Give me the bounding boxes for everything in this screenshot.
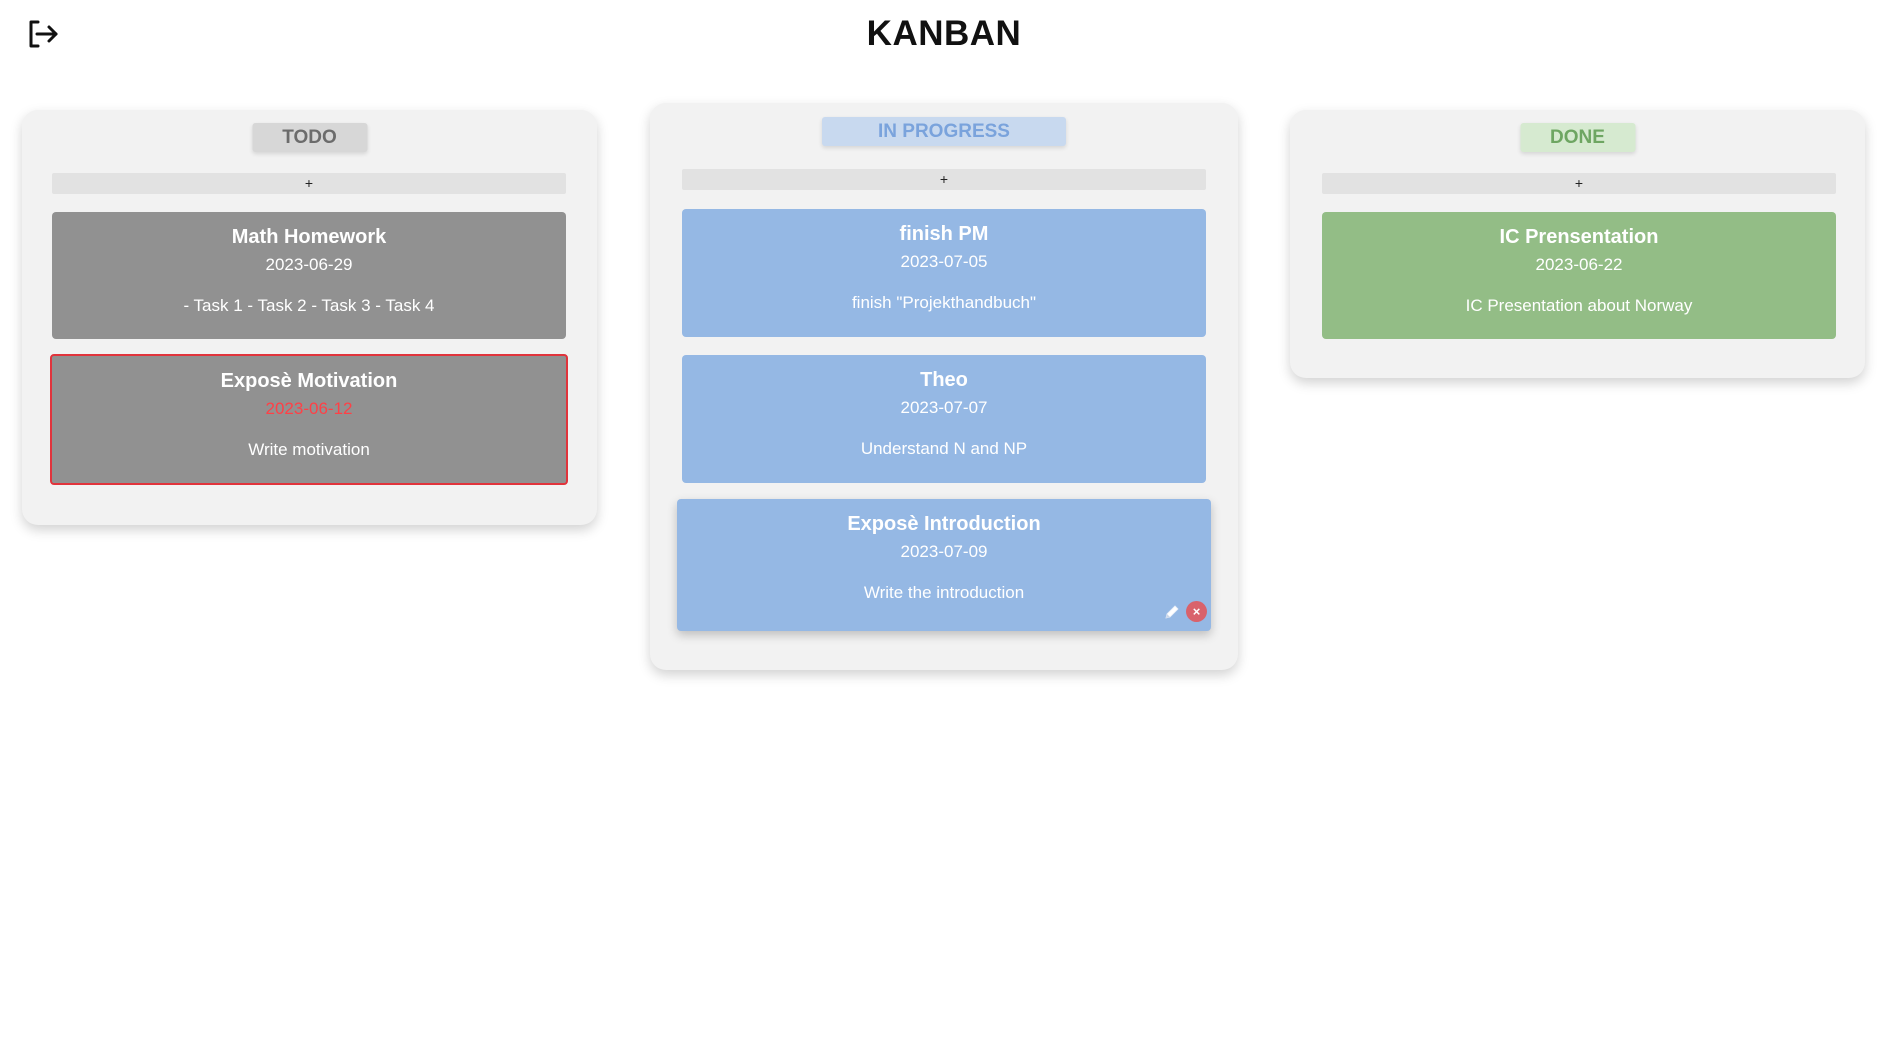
card-title: Math Homework bbox=[231, 226, 387, 248]
card-date: 2023-06-22 bbox=[1535, 255, 1623, 274]
column-title-done: DONE bbox=[1520, 123, 1635, 152]
card-title: finish PM bbox=[899, 223, 989, 245]
pencil-icon[interactable] bbox=[1164, 604, 1180, 620]
task-card-expose-introduction[interactable]: Exposè Introduction 2023-07-09 Write the… bbox=[677, 499, 1211, 631]
column-in-progress: IN PROGRESS + finish PM 2023-07-05 finis… bbox=[650, 103, 1238, 670]
task-card-ic-presentation[interactable]: IC Prensentation 2023-06-22 IC Presentat… bbox=[1322, 212, 1836, 339]
card-title: Theo bbox=[920, 369, 968, 391]
page-title: KANBAN bbox=[866, 14, 1022, 53]
card-date: 2023-07-07 bbox=[900, 398, 988, 417]
kanban-page: KANBAN TODO + Math Homework 2023-06-29 -… bbox=[0, 0, 1888, 1049]
card-date-overdue: 2023-06-12 bbox=[265, 399, 353, 418]
column-title-in-progress: IN PROGRESS bbox=[822, 117, 1066, 146]
card-date: 2023-06-29 bbox=[265, 255, 353, 274]
card-date: 2023-07-09 bbox=[900, 542, 988, 561]
card-description: Understand N and NP bbox=[860, 439, 1028, 458]
card-title: Exposè Motivation bbox=[220, 370, 398, 392]
add-card-button-todo[interactable]: + bbox=[52, 173, 566, 194]
card-title: Exposè Introduction bbox=[847, 513, 1041, 535]
task-card-expose-motivation[interactable]: Exposè Motivation 2023-06-12 Write motiv… bbox=[50, 354, 568, 485]
column-title-todo: TODO bbox=[252, 123, 367, 152]
add-card-button-in-progress[interactable]: + bbox=[682, 169, 1206, 190]
card-actions: × bbox=[1164, 601, 1207, 622]
card-description: finish "Projekthandbuch" bbox=[851, 293, 1037, 312]
card-description: Write the introduction bbox=[863, 583, 1025, 602]
card-date: 2023-07-05 bbox=[900, 252, 988, 271]
task-card-math-homework[interactable]: Math Homework 2023-06-29 - Task 1 - Task… bbox=[52, 212, 566, 339]
close-icon[interactable]: × bbox=[1186, 601, 1207, 622]
column-done: DONE + IC Prensentation 2023-06-22 IC Pr… bbox=[1290, 110, 1865, 378]
card-description: IC Presentation about Norway bbox=[1465, 296, 1693, 315]
card-title: IC Prensentation bbox=[1499, 226, 1659, 248]
column-todo: TODO + Math Homework 2023-06-29 - Task 1… bbox=[22, 110, 597, 525]
card-description: Write motivation bbox=[248, 440, 370, 459]
add-card-button-done[interactable]: + bbox=[1322, 173, 1836, 194]
card-description: - Task 1 - Task 2 - Task 3 - Task 4 bbox=[183, 296, 435, 315]
task-card-finish-pm[interactable]: finish PM 2023-07-05 finish "Projekthand… bbox=[682, 209, 1206, 337]
task-card-theo[interactable]: Theo 2023-07-07 Understand N and NP bbox=[682, 355, 1206, 483]
